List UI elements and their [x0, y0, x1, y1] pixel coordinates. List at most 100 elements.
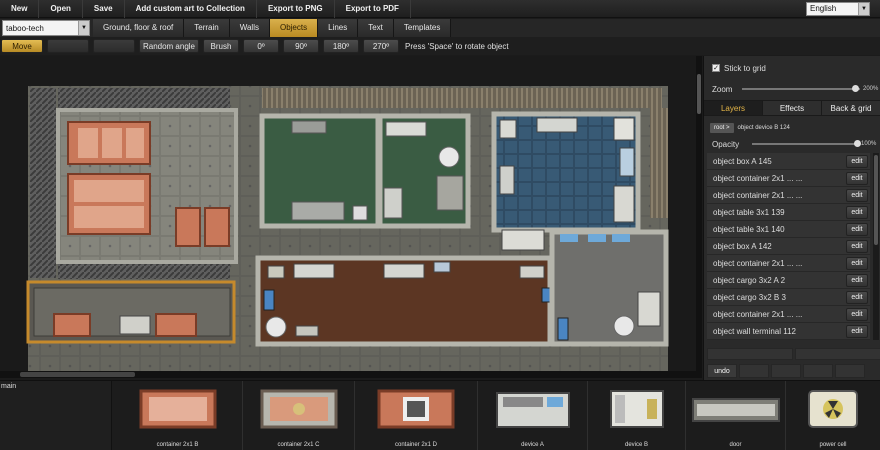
angle-90-button[interactable]: 90º — [283, 39, 319, 53]
tab-back-and-grid[interactable]: Back & grid — [822, 101, 880, 115]
tab-layers[interactable]: Layers — [704, 101, 763, 115]
layer-edit-button[interactable]: edit — [846, 256, 868, 270]
stick-to-grid-row[interactable]: ✓ Stick to grid — [704, 62, 880, 74]
menu-export-png[interactable]: Export to PNG — [257, 0, 335, 18]
angle-270-button[interactable]: 270º — [363, 39, 399, 53]
layer-edit-button[interactable]: edit — [846, 188, 868, 202]
asset-container-2x1-b[interactable]: container 2x1 B — [113, 381, 243, 450]
layer-breadcrumb: root > object device B 124 — [704, 122, 880, 134]
tab-terrain[interactable]: Terrain — [184, 19, 230, 37]
power-cell-icon — [808, 390, 858, 428]
layer-item[interactable]: object box A 142 edit — [707, 238, 870, 255]
layer-edit-button[interactable]: edit — [846, 307, 868, 321]
layer-item[interactable]: object container 2x1 ... ... edit — [707, 306, 870, 323]
layer-item[interactable]: object box A 145 edit — [707, 153, 870, 170]
tabs-filler — [451, 19, 880, 37]
asset-door[interactable]: door — [686, 381, 786, 450]
vertical-scroll-thumb[interactable] — [697, 74, 701, 114]
layer-edit-button[interactable]: edit — [846, 222, 868, 236]
layer-item[interactable]: object container 2x1 ... ... edit — [707, 255, 870, 272]
layer-item-label: object container 2x1 ... ... — [713, 258, 803, 268]
layer-item-label: object table 3x1 139 — [713, 207, 785, 217]
layer-edit-button[interactable]: edit — [846, 324, 868, 338]
opacity-slider-knob[interactable] — [854, 140, 861, 147]
layer-scroll-thumb[interactable] — [874, 155, 878, 245]
layer-edit-button[interactable]: edit — [846, 205, 868, 219]
tab-templates[interactable]: Templates — [393, 19, 452, 37]
map-canvas[interactable] — [0, 56, 700, 378]
horizontal-scroll-thumb[interactable] — [20, 372, 135, 377]
tool-tabs: taboo-tech ▼ Ground, floor & roof Terrai… — [0, 19, 880, 37]
tab-effects[interactable]: Effects — [763, 101, 822, 115]
asset-label: device A — [521, 442, 544, 448]
undo-button[interactable]: undo — [707, 364, 737, 378]
history-button-4[interactable] — [803, 364, 833, 378]
layer-item[interactable]: object cargo 3x2 B 3 edit — [707, 289, 870, 306]
menu-add-custom-art[interactable]: Add custom art to Collection — [125, 0, 257, 18]
layer-action-button-1[interactable] — [707, 348, 793, 360]
asset-device-b[interactable]: device B — [588, 381, 686, 450]
opacity-row: Opacity 100% — [704, 138, 880, 150]
asset-power-cell[interactable]: power cell — [786, 381, 880, 450]
move-button[interactable]: Move — [1, 39, 43, 53]
device-a-1 — [436, 175, 464, 211]
tab-walls[interactable]: Walls — [229, 19, 270, 37]
device-icon — [609, 390, 664, 428]
menu-save[interactable]: Save — [83, 0, 125, 18]
angle-180-button[interactable]: 180º — [323, 39, 359, 53]
zoom-value: 200% — [863, 86, 879, 92]
map-select[interactable]: taboo-tech ▼ — [2, 20, 90, 36]
power-cell-1 — [438, 146, 460, 168]
asset-device-a[interactable]: device A — [478, 381, 588, 450]
layer-item-label: object box A 145 — [713, 156, 772, 166]
layer-actions-row — [704, 348, 880, 360]
menu-export-pdf[interactable]: Export to PDF — [335, 0, 411, 18]
container-icon — [139, 389, 216, 429]
asset-container-2x1-d[interactable]: container 2x1 D — [355, 381, 478, 450]
stick-to-grid-checkbox[interactable]: ✓ — [712, 64, 720, 72]
angle-0-button[interactable]: 0º — [243, 39, 279, 53]
opacity-slider[interactable] — [752, 140, 861, 147]
layer-edit-button[interactable]: edit — [846, 154, 868, 168]
toolbar-blank-button-2[interactable] — [93, 39, 135, 53]
layer-edit-button[interactable]: edit — [846, 290, 868, 304]
layer-item[interactable]: object wall terminal 112 edit — [707, 323, 870, 340]
menu-new[interactable]: New — [0, 0, 40, 18]
language-select[interactable]: English ▼ — [806, 2, 870, 16]
history-button-2[interactable] — [739, 364, 769, 378]
tab-objects[interactable]: Objects — [269, 19, 319, 37]
layer-list-scrollbar[interactable] — [873, 153, 879, 340]
history-button-5[interactable] — [835, 364, 865, 378]
layer-item[interactable]: object cargo 3x2 A 2 edit — [707, 272, 870, 289]
table-3x1-green — [291, 201, 345, 221]
canvas-horizontal-scrollbar[interactable] — [0, 371, 700, 378]
layer-item[interactable]: object table 3x1 139 edit — [707, 204, 870, 221]
tab-lines[interactable]: Lines — [318, 19, 359, 37]
top-rail — [262, 88, 662, 108]
brush-button[interactable]: Brush — [203, 39, 239, 53]
asset-label: device B — [624, 442, 648, 448]
zoom-slider-knob[interactable] — [852, 85, 860, 92]
menu-open[interactable]: Open — [39, 0, 83, 18]
root-button[interactable]: root > — [710, 123, 734, 133]
history-row: undo — [704, 364, 880, 378]
asset-label: door — [729, 442, 742, 448]
tab-ground-floor-roof[interactable]: Ground, floor & roof — [93, 19, 185, 37]
layer-edit-button[interactable]: edit — [846, 171, 868, 185]
layer-item[interactable]: object container 2x1 ... ... edit — [707, 187, 870, 204]
asset-strip: main container 2x1 B container 2x1 C con… — [0, 380, 880, 450]
zoom-slider[interactable] — [742, 85, 860, 92]
random-angle-button[interactable]: Random angle — [139, 39, 199, 53]
collection-main[interactable]: main — [0, 381, 112, 450]
layer-item[interactable]: object table 3x1 140 edit — [707, 221, 870, 238]
history-button-3[interactable] — [771, 364, 801, 378]
asset-container-2x1-c[interactable]: container 2x1 C — [243, 381, 355, 450]
layer-item[interactable]: object container 2x1 ... ... edit — [707, 170, 870, 187]
layer-edit-button[interactable]: edit — [846, 239, 868, 253]
layer-edit-button[interactable]: edit — [846, 273, 868, 287]
layer-item-label: object cargo 3x2 B 3 — [713, 292, 786, 302]
toolbar-blank-button-1[interactable] — [47, 39, 89, 53]
layer-action-button-2[interactable] — [795, 348, 880, 360]
canvas-vertical-scrollbar[interactable] — [696, 56, 702, 378]
tab-text[interactable]: Text — [358, 19, 394, 37]
